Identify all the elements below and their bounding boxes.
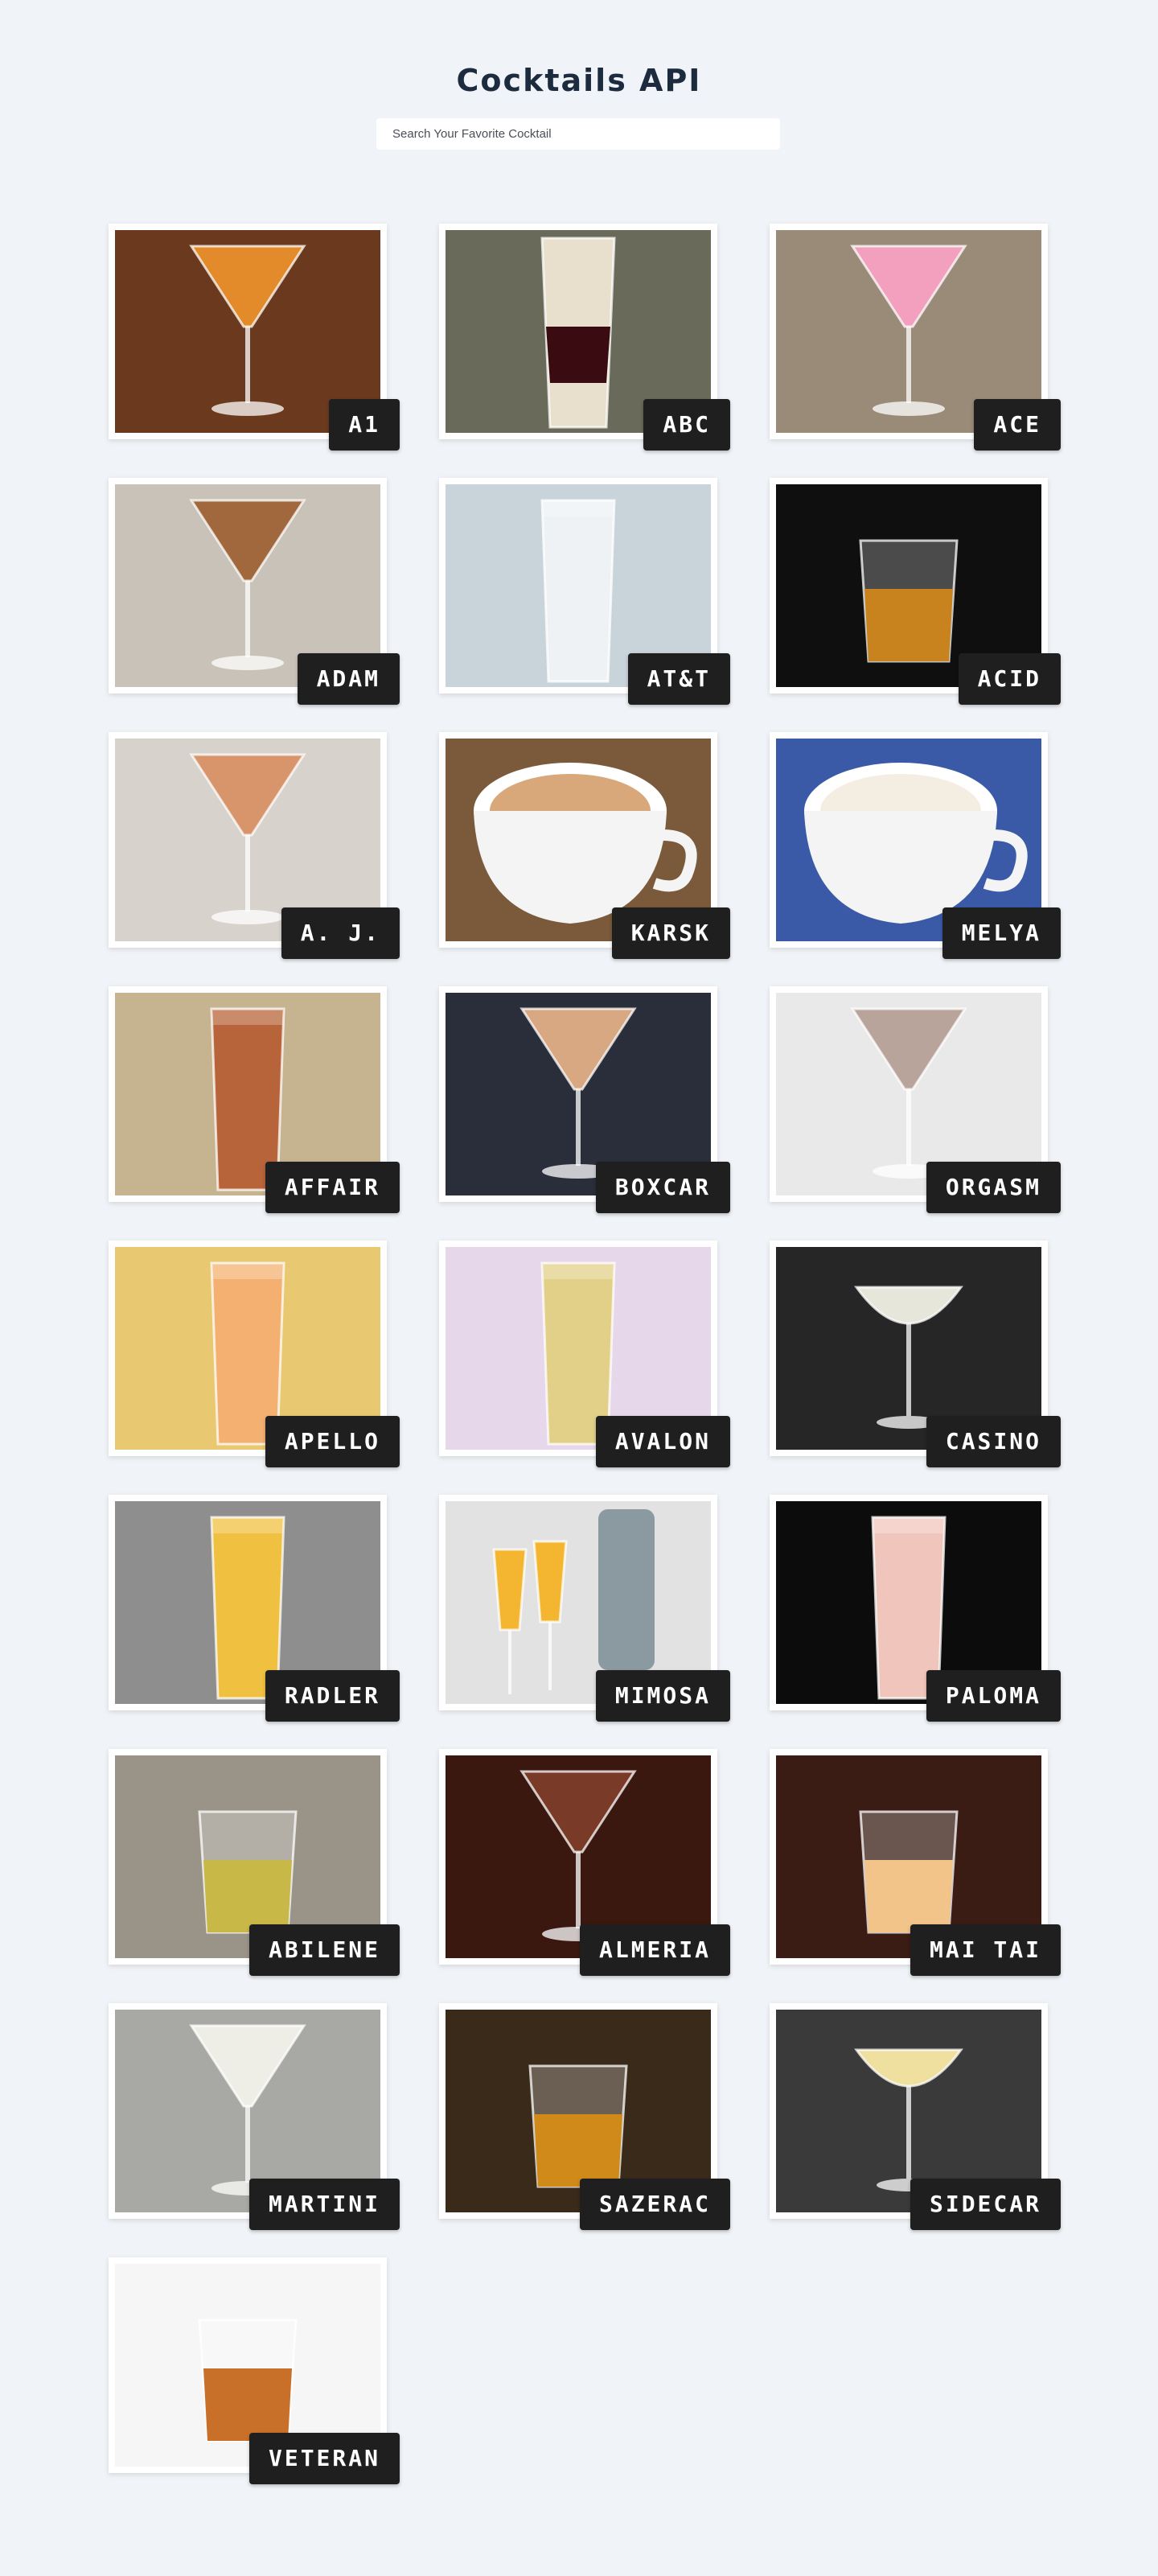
- cocktail-name-label[interactable]: VETERAN: [248, 2433, 400, 2484]
- cocktail-card-a-j[interactable]: A. J.: [109, 732, 400, 959]
- cocktail-card-casino[interactable]: CASINO: [770, 1241, 1061, 1467]
- cocktail-card-boxcar[interactable]: BOXCAR: [439, 986, 730, 1213]
- cocktail-card-acid[interactable]: ACID: [770, 478, 1061, 705]
- cocktail-name-label[interactable]: ACE: [974, 399, 1061, 451]
- cocktail-name-label[interactable]: SIDECAR: [910, 2179, 1061, 2230]
- cocktail-name-label[interactable]: MAI TAI: [910, 1924, 1061, 1976]
- cocktail-name-label[interactable]: MARTINI: [248, 2179, 400, 2230]
- cocktail-card-sidecar[interactable]: SIDECAR: [770, 2003, 1061, 2230]
- cocktail-card-orgasm[interactable]: ORGASM: [770, 986, 1061, 1213]
- cocktail-name-label[interactable]: PALOMA: [926, 1670, 1061, 1722]
- cocktail-name-label[interactable]: CASINO: [926, 1416, 1061, 1467]
- cocktail-card-mimosa[interactable]: MIMOSA: [439, 1495, 730, 1722]
- cocktail-card-martini[interactable]: MARTINI: [109, 2003, 400, 2230]
- cocktail-card-abc[interactable]: ABC: [439, 224, 730, 451]
- cocktail-card-veteran[interactable]: VETERAN: [109, 2257, 400, 2484]
- cocktail-name-label[interactable]: APELLO: [265, 1416, 400, 1467]
- cocktail-card-affair[interactable]: AFFAIR: [109, 986, 400, 1213]
- cocktail-name-label[interactable]: A1: [329, 399, 400, 451]
- cocktail-card-sazerac[interactable]: SAZERAC: [439, 2003, 730, 2230]
- cocktail-name-label[interactable]: AFFAIR: [265, 1162, 400, 1213]
- cocktail-grid: A1 ABC ACE ADAM AT&T ACID A. J. KARSK ME…: [109, 224, 1061, 2484]
- cocktail-name-label[interactable]: ALMERIA: [579, 1924, 730, 1976]
- cocktail-name-label[interactable]: AVALON: [595, 1416, 730, 1467]
- cocktail-name-label[interactable]: A. J.: [281, 907, 400, 959]
- cocktail-name-label[interactable]: SAZERAC: [579, 2179, 730, 2230]
- cocktail-card-abilene[interactable]: ABILENE: [109, 1749, 400, 1976]
- cocktail-name-label[interactable]: RADLER: [265, 1670, 400, 1722]
- cocktail-card-ace[interactable]: ACE: [770, 224, 1061, 451]
- cocktail-card-radler[interactable]: RADLER: [109, 1495, 400, 1722]
- cocktail-name-label[interactable]: MELYA: [942, 907, 1061, 959]
- cocktail-card-melya[interactable]: MELYA: [770, 732, 1061, 959]
- cocktail-name-label[interactable]: MIMOSA: [595, 1670, 730, 1722]
- cocktail-name-label[interactable]: ABC: [643, 399, 730, 451]
- search-input[interactable]: [376, 118, 780, 150]
- cocktail-name-label[interactable]: ABILENE: [248, 1924, 400, 1976]
- cocktail-card-a1[interactable]: A1: [109, 224, 400, 451]
- cocktail-card-karsk[interactable]: KARSK: [439, 732, 730, 959]
- cocktail-name-label[interactable]: BOXCAR: [595, 1162, 730, 1213]
- cocktail-name-label[interactable]: ORGASM: [926, 1162, 1061, 1213]
- cocktail-card-almeria[interactable]: ALMERIA: [439, 1749, 730, 1976]
- page-title: Cocktails API: [456, 63, 702, 98]
- cocktail-card-apello[interactable]: APELLO: [109, 1241, 400, 1467]
- cocktail-name-label[interactable]: KARSK: [611, 907, 730, 959]
- cocktail-name-label[interactable]: ADAM: [297, 653, 400, 705]
- cocktail-card-at-t[interactable]: AT&T: [439, 478, 730, 705]
- cocktail-card-paloma[interactable]: PALOMA: [770, 1495, 1061, 1722]
- cocktail-name-label[interactable]: ACID: [958, 653, 1061, 705]
- cocktail-card-mai-tai[interactable]: MAI TAI: [770, 1749, 1061, 1976]
- cocktail-name-label[interactable]: AT&T: [627, 653, 730, 705]
- cocktail-card-avalon[interactable]: AVALON: [439, 1241, 730, 1467]
- cocktail-card-adam[interactable]: ADAM: [109, 478, 400, 705]
